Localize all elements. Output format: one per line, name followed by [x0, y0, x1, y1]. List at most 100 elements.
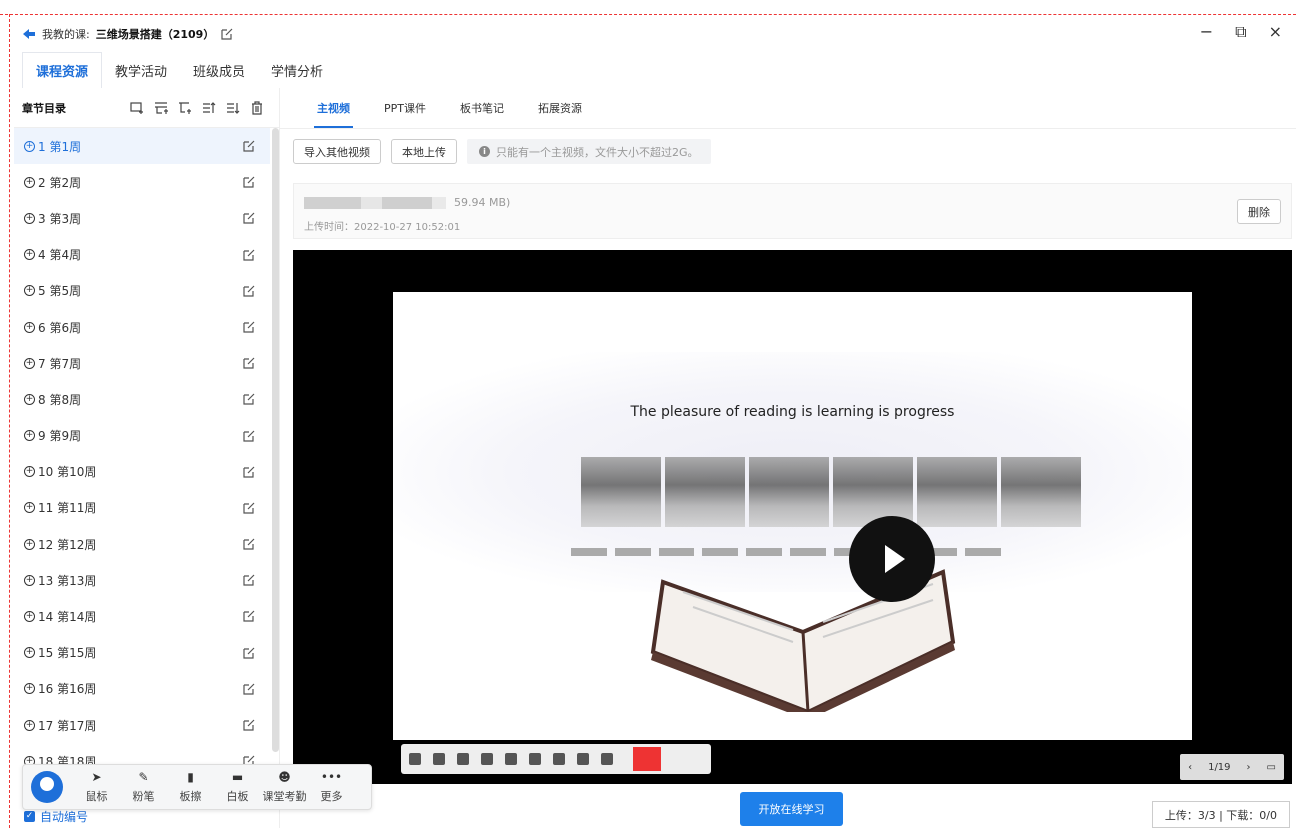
import-video-button[interactable]: 导入其他视频: [293, 139, 381, 164]
chapter-item[interactable]: +2 第2周: [14, 164, 270, 200]
expand-plus-icon[interactable]: +: [24, 176, 35, 188]
tab-class-members[interactable]: 班级成员: [180, 52, 258, 88]
chapter-item[interactable]: +1 第1周: [14, 128, 270, 165]
edit-icon[interactable]: [242, 139, 256, 153]
add-section-icon[interactable]: [154, 101, 168, 115]
tool-chalk[interactable]: ✎ 粉笔: [120, 770, 167, 804]
expand-plus-icon[interactable]: +: [24, 212, 35, 224]
chapter-label: 3 第3周: [38, 211, 82, 226]
tool-mouse[interactable]: ➤ 鼠标: [73, 770, 120, 804]
expand-plus-icon[interactable]: +: [24, 647, 35, 659]
play-button[interactable]: [849, 516, 935, 602]
expand-plus-icon[interactable]: +: [24, 538, 35, 550]
back-arrow-icon[interactable]: [22, 27, 36, 41]
tab-main-video[interactable]: 主视频: [300, 88, 367, 128]
chapter-item[interactable]: +10 第10周: [14, 454, 270, 490]
window-controls: − ⧉ ×: [1200, 22, 1282, 42]
edit-icon[interactable]: [242, 501, 256, 515]
next-page-icon[interactable]: ›: [1247, 762, 1251, 773]
chapter-item[interactable]: +13 第13周: [14, 562, 270, 598]
tool-attendance[interactable]: ☻ 课堂考勤: [261, 770, 308, 804]
edit-icon[interactable]: [220, 27, 234, 41]
edit-icon[interactable]: [242, 573, 256, 587]
edit-icon[interactable]: [242, 284, 256, 298]
expand-plus-icon[interactable]: +: [24, 719, 35, 731]
chapter-label: 17 第17周: [38, 718, 97, 733]
chapter-label: 16 第16周: [38, 682, 97, 697]
tab-board-notes[interactable]: 板书笔记: [443, 88, 521, 128]
embedded-avatar-icon: [409, 753, 421, 765]
edit-icon[interactable]: [242, 175, 256, 189]
expand-plus-icon[interactable]: +: [24, 683, 35, 695]
tab-extended-resources[interactable]: 拓展资源: [521, 88, 599, 128]
edit-icon[interactable]: [242, 609, 256, 623]
chapter-item[interactable]: +16 第16周: [14, 671, 270, 707]
edit-icon[interactable]: [242, 537, 256, 551]
local-upload-button[interactable]: 本地上传: [391, 139, 457, 164]
chapter-item[interactable]: +8 第8周: [14, 381, 270, 417]
open-online-learning-button[interactable]: 开放在线学习: [740, 792, 843, 826]
tab-teaching-activities[interactable]: 教学活动: [102, 52, 180, 88]
expand-plus-icon[interactable]: +: [24, 502, 35, 514]
edit-icon[interactable]: [242, 465, 256, 479]
chapter-item[interactable]: +15 第15周: [14, 635, 270, 671]
add-chapter-icon[interactable]: [130, 101, 144, 115]
tool-whiteboard[interactable]: ▬ 白板: [214, 770, 261, 804]
expand-plus-icon[interactable]: +: [24, 249, 35, 261]
chapter-item[interactable]: +7 第7周: [14, 345, 270, 381]
chapter-label: 6 第6周: [38, 320, 82, 335]
chapter-item[interactable]: +6 第6周: [14, 309, 270, 345]
minimize-button[interactable]: −: [1200, 22, 1213, 42]
chapter-item[interactable]: +9 第9周: [14, 418, 270, 454]
tool-eraser[interactable]: ▮ 板擦: [167, 770, 214, 804]
expand-plus-icon[interactable]: +: [24, 466, 35, 478]
edit-icon[interactable]: [242, 248, 256, 262]
expand-plus-icon[interactable]: +: [24, 285, 35, 297]
edit-icon[interactable]: [242, 320, 256, 334]
video-player[interactable]: The pleasure of reading is learning is p…: [293, 250, 1292, 784]
edit-icon[interactable]: [242, 356, 256, 370]
upload-hint: i 只能有一个主视频，文件大小不超过2G。: [467, 139, 711, 164]
delete-button[interactable]: 删除: [1237, 199, 1281, 224]
expand-plus-icon[interactable]: +: [24, 393, 35, 405]
edit-icon[interactable]: [242, 429, 256, 443]
chapter-item[interactable]: +14 第14周: [14, 598, 270, 634]
chapter-item[interactable]: +12 第12周: [14, 526, 270, 562]
tab-course-resources[interactable]: 课程资源: [22, 52, 103, 88]
add-subsection-icon[interactable]: [178, 101, 192, 115]
chapter-item[interactable]: +3 第3周: [14, 200, 270, 236]
expand-plus-icon[interactable]: +: [24, 430, 35, 442]
chapter-item[interactable]: +17 第17周: [14, 707, 270, 743]
expand-plus-icon[interactable]: +: [24, 611, 35, 623]
sidebar-scrollbar[interactable]: [272, 128, 279, 752]
close-button[interactable]: ×: [1269, 22, 1282, 42]
edit-icon[interactable]: [242, 646, 256, 660]
tab-ppt[interactable]: PPT课件: [367, 88, 443, 128]
expand-plus-icon[interactable]: +: [24, 357, 35, 369]
tab-learning-analytics[interactable]: 学情分析: [258, 52, 336, 88]
auto-number-checkbox[interactable]: ✓ 自动编号: [24, 808, 88, 825]
file-size: 59.94 MB): [454, 196, 511, 209]
cursor-icon: ➤: [91, 770, 102, 784]
chapter-item[interactable]: +11 第11周: [14, 490, 270, 526]
esc-icon[interactable]: ▭: [1267, 762, 1276, 773]
transfer-status[interactable]: 上传：3/3 | 下载：0/0: [1151, 801, 1290, 828]
expand-plus-icon[interactable]: +: [24, 140, 35, 152]
embedded-whiteboard-icon: [505, 753, 517, 765]
restore-button[interactable]: ⧉: [1235, 22, 1246, 42]
move-down-icon[interactable]: [226, 101, 240, 115]
edit-icon[interactable]: [242, 682, 256, 696]
chapter-item[interactable]: +4 第4周: [14, 237, 270, 273]
user-avatar[interactable]: [31, 771, 63, 803]
edit-icon[interactable]: [242, 392, 256, 406]
prev-page-icon[interactable]: ‹: [1188, 762, 1192, 773]
chapter-item[interactable]: +5 第5周: [14, 273, 270, 309]
move-up-icon[interactable]: [202, 101, 216, 115]
edit-icon[interactable]: [242, 718, 256, 732]
tool-more[interactable]: ••• 更多: [308, 770, 355, 804]
delete-icon[interactable]: [250, 100, 264, 115]
edit-icon[interactable]: [242, 211, 256, 225]
checkbox-checked-icon: ✓: [24, 811, 35, 822]
expand-plus-icon[interactable]: +: [24, 321, 35, 333]
expand-plus-icon[interactable]: +: [24, 574, 35, 586]
